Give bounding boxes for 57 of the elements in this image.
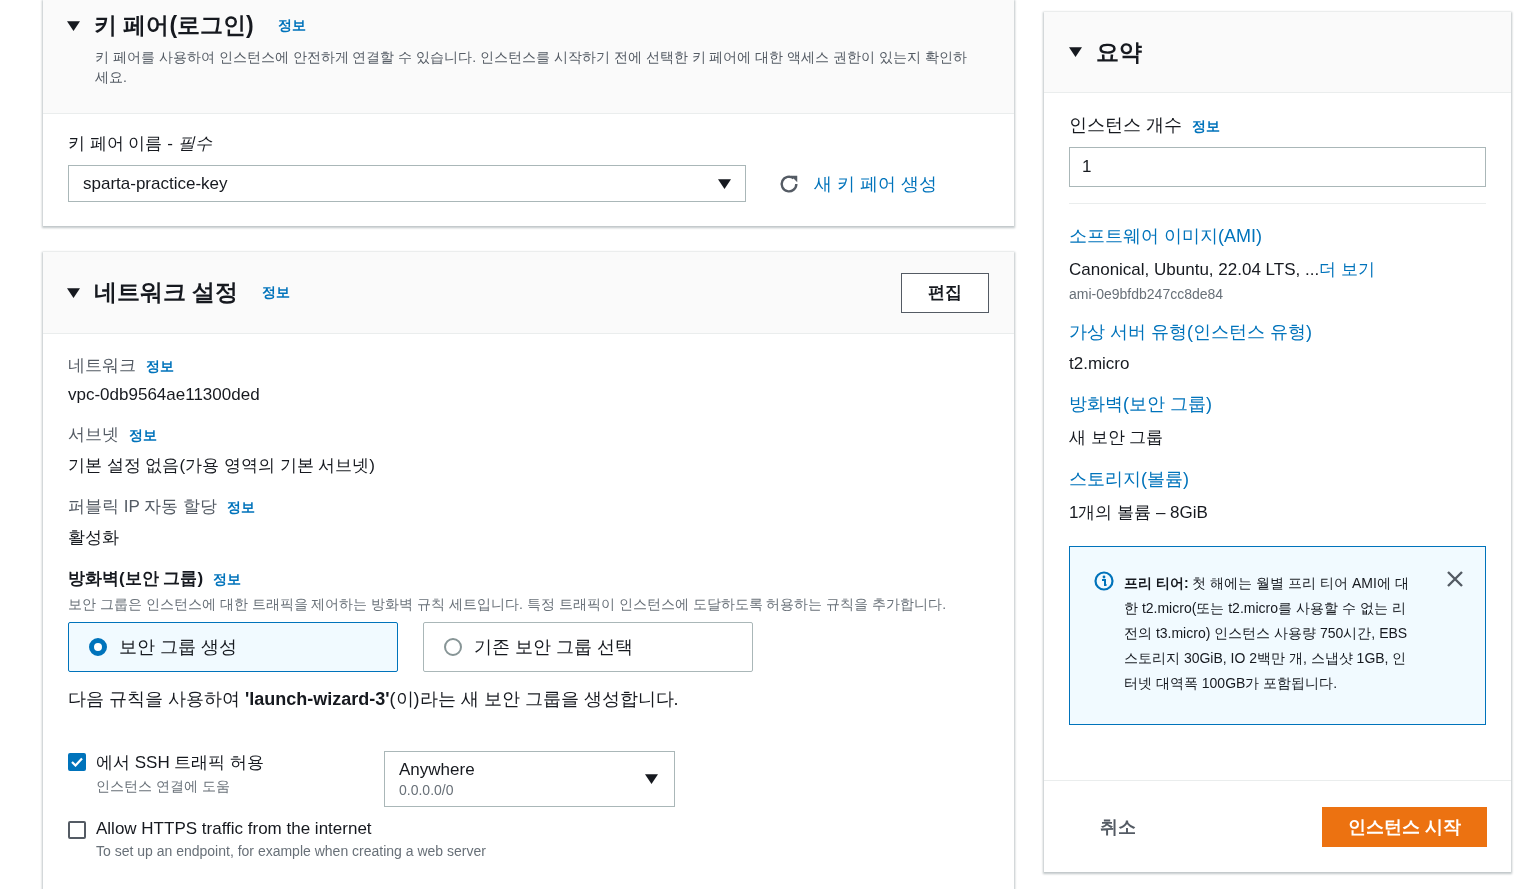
section-title: 네트워크 설정: [94, 278, 239, 307]
field-value: vpc-0db9564ae11300ded: [68, 385, 261, 405]
field-value: 기본 설정 없음(가용 영역의 기본 서브넷): [68, 455, 376, 477]
cancel-button[interactable]: 취소: [1094, 813, 1142, 840]
radio-button[interactable]: [89, 638, 107, 656]
section-title: 요약: [1096, 37, 1142, 67]
info-icon: [1094, 571, 1114, 591]
dropdown-caret-icon[interactable]: [645, 774, 658, 784]
rule-hint: To set up an endpoint, for example when creating a web server: [96, 843, 486, 859]
source-dropdown[interactable]: Anywhere 0.0.0.0/0: [384, 751, 675, 807]
summary-link[interactable]: 소프트웨어 이미지(AMI): [1069, 224, 1486, 248]
checkbox[interactable]: [68, 821, 86, 839]
field-label: 키 페어 이름 - 필수: [68, 133, 213, 155]
summary-value: 1개의 볼륨 – 8GiB: [1069, 502, 1209, 524]
info-link[interactable]: 정보: [129, 427, 157, 445]
firewall-description: 보안 그룹은 인스턴스에 대한 트래픽을 제어하는 방화벽 규칙 세트입니다. 특정 트래픽이 인스턴스에 도달하도록 허용하는 규칙을 추가합니다.: [68, 595, 948, 614]
summary-value: 새 보안 그룹: [1069, 427, 1165, 449]
dropdown-caret-icon[interactable]: [718, 178, 731, 189]
instance-count-input[interactable]: 1: [1069, 147, 1486, 187]
section-description: 키 페어를 사용하여 인스턴스에 안전하게 연결할 수 있습니다. 인스턴스를 시작하기 전에 선택한 키 페어에 대한 액세스 권한이 있는지 확인하세요.: [95, 48, 968, 87]
collapse-caret-icon[interactable]: [67, 287, 80, 298]
notice-text: 프리 티어: 첫 해에는 월별 프리 티어 AMI에 대한 t2.micro(또는 t2.micro를 사용할 수 없는 리전의 t3.micro) 인스턴스 사용량 750시간, EBS 스토리지 30GiB, IO 2백만 개, 스냅샷 1GB, 인터넷 대역폭 100GB가 포함됩니다.: [1124, 574, 1410, 693]
summary-value: Canonical, Ubuntu, 22.04 LTS, ...: [1069, 260, 1320, 279]
key-pair-dropdown[interactable]: sparta-practice-key: [68, 165, 746, 202]
field-label: 서브넷: [68, 424, 119, 446]
info-link[interactable]: 정보: [277, 16, 306, 35]
field-label: 퍼블릭 IP 자동 할당: [68, 496, 217, 518]
field-label: 인스턴스 개수: [1069, 114, 1182, 137]
security-group-option[interactable]: 기존 보안 그룹 선택: [423, 622, 753, 672]
close-icon[interactable]: [1447, 571, 1463, 587]
info-link[interactable]: 정보: [1192, 118, 1220, 136]
section-title: 키 페어(로그인): [94, 11, 254, 40]
more-link[interactable]: 더 보기: [1319, 260, 1375, 279]
collapse-caret-icon[interactable]: [1069, 47, 1082, 57]
rule-hint: 인스턴스 연결에 도움: [96, 778, 231, 796]
field-value: 활성화: [68, 527, 120, 549]
ami-id: ami-0e9bfdb247cc8de84: [1069, 286, 1225, 302]
create-key-pair-link[interactable]: 새 키 페어 생성: [814, 171, 937, 196]
field-label: 네트워크: [68, 355, 136, 377]
security-group-option[interactable]: 보안 그룹 생성: [68, 622, 398, 672]
summary-link[interactable]: 스토리지(볼륨): [1069, 467, 1486, 491]
firewall-title: 방화벽(보안 그룹): [68, 568, 204, 590]
launch-instance-button[interactable]: 인스턴스 시작: [1322, 806, 1487, 847]
info-link[interactable]: 정보: [226, 499, 255, 517]
summary-value: t2.micro: [1069, 354, 1131, 374]
info-link[interactable]: 정보: [146, 358, 174, 376]
radio-button[interactable]: [444, 638, 462, 656]
rule-description: 다음 규칙을 사용하여 'launch-wizard-3'(이)라는 새 보안 그룹을 생성합니다.: [68, 688, 680, 711]
edit-button[interactable]: 편집: [901, 272, 989, 313]
checkbox[interactable]: [68, 753, 86, 771]
rule-label: 에서 SSH 트래픽 허용: [96, 752, 266, 774]
rule-label: Allow HTTPS traffic from the internet: [96, 819, 373, 839]
info-link[interactable]: 정보: [213, 571, 242, 589]
summary-link[interactable]: 가상 서버 유형(인스턴스 유형): [1069, 320, 1486, 344]
collapse-caret-icon[interactable]: [67, 20, 80, 31]
info-link[interactable]: 정보: [262, 283, 291, 302]
summary-link[interactable]: 방화벽(보안 그룹): [1069, 392, 1486, 416]
